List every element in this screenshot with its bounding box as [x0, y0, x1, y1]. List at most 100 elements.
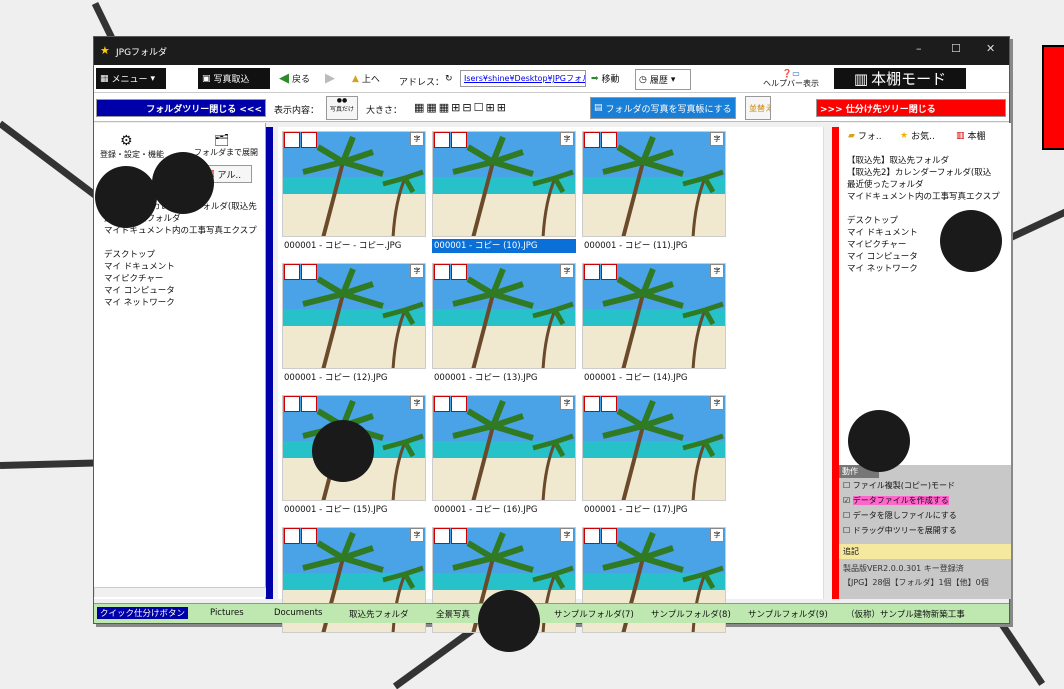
right-splitter[interactable] — [832, 127, 839, 599]
thumbnail-item[interactable]: 字 000001 - コピー (11).JPG — [580, 129, 728, 257]
reorder-button[interactable]: 並替え — [745, 96, 771, 120]
select-checkbox[interactable] — [451, 528, 467, 544]
info-icon[interactable]: 字 — [710, 528, 724, 542]
select-checkbox[interactable] — [301, 396, 317, 412]
select-checkbox[interactable] — [601, 264, 617, 280]
info-icon[interactable]: 字 — [560, 528, 574, 542]
select-checkbox[interactable] — [301, 132, 317, 148]
info-icon[interactable]: 字 — [710, 132, 724, 146]
left-splitter[interactable] — [266, 127, 273, 599]
select-checkbox[interactable] — [434, 528, 450, 544]
select-checkbox[interactable] — [601, 528, 617, 544]
tree-item[interactable]: マイピクチャー — [104, 273, 257, 285]
info-icon[interactable]: 字 — [410, 528, 424, 542]
expand-folder-button[interactable]: 🗂 フォルダまで展開 — [194, 133, 258, 158]
tree-item[interactable]: マイドキュメント内の工事写真エクスプ — [847, 191, 1000, 203]
select-checkbox[interactable] — [434, 264, 450, 280]
select-checkbox[interactable] — [451, 396, 467, 412]
quick-item-overview[interactable]: 全景写真 — [436, 608, 470, 620]
checkbox[interactable]: ☐ — [843, 526, 853, 535]
info-icon[interactable]: 字 — [710, 264, 724, 278]
history-button[interactable]: ◷ 履歴 ▾ — [635, 69, 691, 90]
quick-item-documents[interactable]: Documents — [274, 608, 322, 618]
menu-button[interactable]: ▦ メニュー ▾ — [96, 68, 166, 89]
quick-item-sample-building[interactable]: （仮称）サンプル建物新築工事 — [846, 608, 965, 620]
tree-item[interactable]: 【取込先】取込先フォルダ — [847, 155, 1000, 167]
thumbnail-item[interactable]: 字 000001 - コピー - コピー.JPG — [280, 129, 428, 257]
make-photobook-button[interactable]: ▤ フォルダの写真を写真帳にする — [590, 97, 736, 119]
option-hidden-file[interactable]: ☐ データを隠しファイルにする — [839, 508, 1011, 523]
address-input[interactable]: Isers¥shine¥Desktop¥JPGフォルダ — [460, 70, 586, 87]
size-options[interactable]: ▦▦▦⊞⊟☐⊞⊞ — [414, 101, 508, 114]
select-checkbox[interactable] — [284, 396, 300, 412]
tab-folder[interactable]: ▰ フォ.. — [845, 125, 893, 146]
quick-item-sample8[interactable]: サンプルフォルダ(8) — [651, 608, 731, 620]
thumbnail-item[interactable]: 字 — [280, 525, 428, 653]
forward-button[interactable]: ▶ — [322, 68, 344, 89]
thumbnail-item[interactable]: 字 000001 - コピー (10).JPG — [430, 129, 578, 257]
tree-item[interactable]: デスクトップ — [104, 249, 257, 261]
checkbox[interactable]: ☑ — [843, 496, 853, 505]
info-icon[interactable]: 字 — [410, 132, 424, 146]
photo-import-button[interactable]: ▣ 写真取込 — [198, 68, 270, 89]
tab-favorites[interactable]: ★ お気.. — [897, 125, 949, 146]
select-checkbox[interactable] — [284, 132, 300, 148]
quick-item-import[interactable]: 取込先フォルダ — [349, 608, 409, 620]
select-checkbox[interactable] — [301, 528, 317, 544]
checkbox[interactable]: ☐ — [843, 511, 853, 520]
sort-tree-close-button[interactable]: >>> 仕分け先ツリー閉じる — [816, 99, 1006, 117]
move-button[interactable]: ➡ 移動 — [588, 70, 632, 87]
option-drag-expand[interactable]: ☐ ドラッグ中ツリーを展開する — [839, 523, 1011, 538]
folder-tree-close-button[interactable]: フォルダツリー閉じる <<< — [96, 99, 266, 117]
close-button[interactable]: ✕ — [986, 42, 995, 55]
select-checkbox[interactable] — [434, 132, 450, 148]
info-icon[interactable]: 字 — [560, 264, 574, 278]
left-hscrollbar[interactable] — [94, 587, 266, 597]
thumbnail-item[interactable]: 字 — [580, 525, 728, 653]
select-checkbox[interactable] — [434, 396, 450, 412]
settings-button[interactable]: ⚙ 登録・設定・機能 — [100, 133, 164, 160]
checkbox[interactable]: ☐ — [843, 481, 853, 490]
select-checkbox[interactable] — [284, 528, 300, 544]
refresh-icon[interactable]: ↻ — [445, 74, 453, 84]
thumbnail-item[interactable]: 字 000001 - コピー (16).JPG — [430, 393, 578, 521]
info-icon[interactable]: 字 — [710, 396, 724, 410]
option-data-file[interactable]: ☑ データファイルを作成する — [839, 493, 1011, 508]
select-checkbox[interactable] — [584, 396, 600, 412]
select-checkbox[interactable] — [601, 132, 617, 148]
tree-item[interactable] — [104, 237, 257, 249]
option-copy-mode[interactable]: ☐ ファイル複製(コピー)モード — [839, 478, 1011, 493]
maximize-button[interactable]: ☐ — [951, 42, 961, 55]
thumbnail-item[interactable]: 字 000001 - コピー (14).JPG — [580, 261, 728, 389]
tree-item[interactable]: 【取込先2】カレンダーフォルダ(取込 — [847, 167, 1000, 179]
select-checkbox[interactable] — [584, 132, 600, 148]
quick-item-pictures[interactable]: Pictures — [210, 608, 244, 618]
select-checkbox[interactable] — [301, 264, 317, 280]
photo-only-button[interactable]: ●● 写真だけ — [326, 96, 358, 120]
quick-item-sample9[interactable]: サンプルフォルダ(9) — [748, 608, 828, 620]
minimize-button[interactable]: – — [916, 42, 922, 55]
up-button[interactable]: ▲ 上へ — [349, 68, 393, 89]
back-button[interactable]: ◀ 戻る — [276, 68, 320, 89]
select-checkbox[interactable] — [284, 264, 300, 280]
select-checkbox[interactable] — [451, 132, 467, 148]
select-checkbox[interactable] — [584, 528, 600, 544]
tree-item[interactable]: マイ ドキュメント — [104, 261, 257, 273]
tree-item[interactable]: マイ ネットワーク — [104, 297, 257, 309]
select-checkbox[interactable] — [451, 264, 467, 280]
thumbnail-item[interactable]: 字 000001 - コピー (12).JPG — [280, 261, 428, 389]
select-checkbox[interactable] — [601, 396, 617, 412]
select-checkbox[interactable] — [584, 264, 600, 280]
info-icon[interactable]: 字 — [410, 264, 424, 278]
memo-row[interactable]: 追記 — [839, 544, 1011, 559]
bookshelf-mode-button[interactable]: ▥ 本棚モード — [834, 68, 966, 89]
quick-item-sample7[interactable]: サンプルフォルダ(7) — [554, 608, 634, 620]
tree-item[interactable]: 最近使ったフォルダ — [847, 179, 1000, 191]
info-icon[interactable]: 字 — [560, 396, 574, 410]
thumbnail-item[interactable]: 字 000001 - コピー (13).JPG — [430, 261, 578, 389]
tab-bookshelf[interactable]: ▥ 本棚 — [953, 125, 1005, 146]
thumbnail-item[interactable]: 字 000001 - コピー (17).JPG — [580, 393, 728, 521]
help-bar-button[interactable]: ❓▭ ヘルプバー表示 — [758, 67, 824, 91]
info-icon[interactable]: 字 — [410, 396, 424, 410]
info-icon[interactable]: 字 — [560, 132, 574, 146]
